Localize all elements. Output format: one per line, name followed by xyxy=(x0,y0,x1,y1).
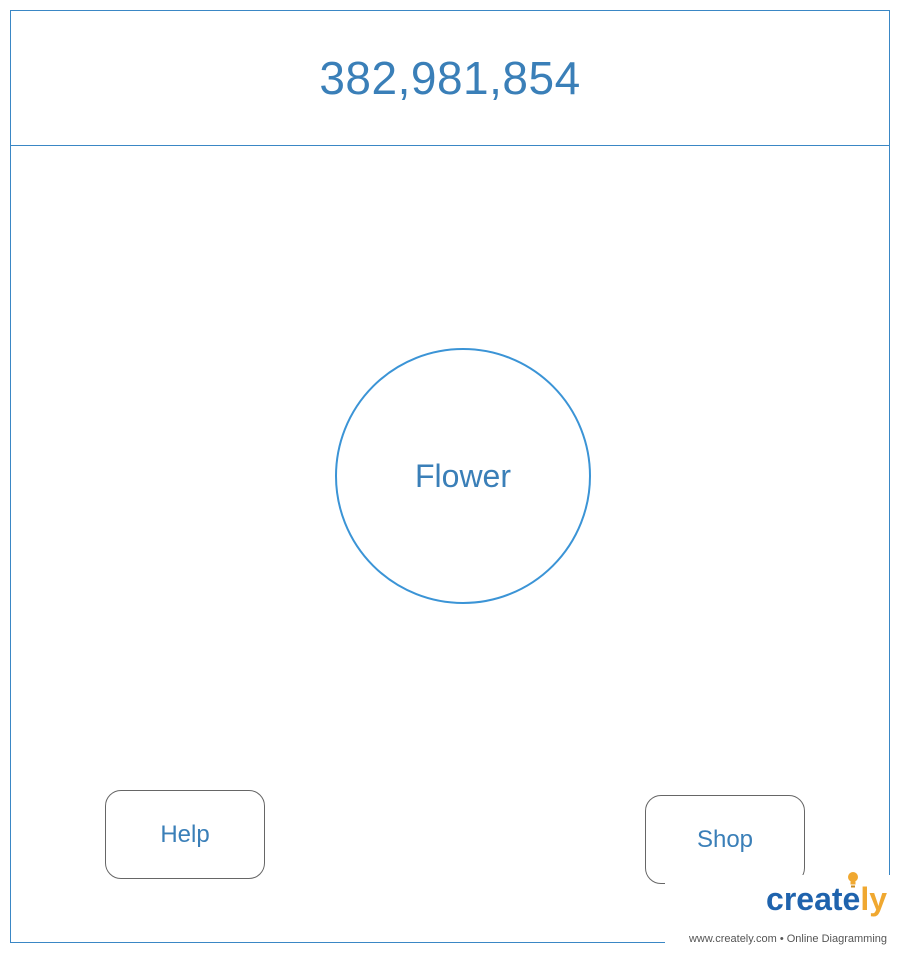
creately-tagline: www.creately.com • Online Diagramming xyxy=(688,933,887,945)
creately-watermark: creately www.creately.com • Online Diagr… xyxy=(665,872,890,945)
shop-button[interactable]: Shop xyxy=(645,795,805,884)
help-button-label: Help xyxy=(160,820,210,848)
flower-label: Flower xyxy=(414,457,511,494)
shop-button-label: Shop xyxy=(696,825,754,853)
help-button[interactable]: Help xyxy=(105,790,265,879)
creately-logo: creately xyxy=(766,881,887,917)
flower-circle[interactable]: Flower xyxy=(335,348,591,604)
visitor-counter: 382,981,854 xyxy=(319,52,581,104)
header-box: 382,981,854 xyxy=(10,10,890,146)
